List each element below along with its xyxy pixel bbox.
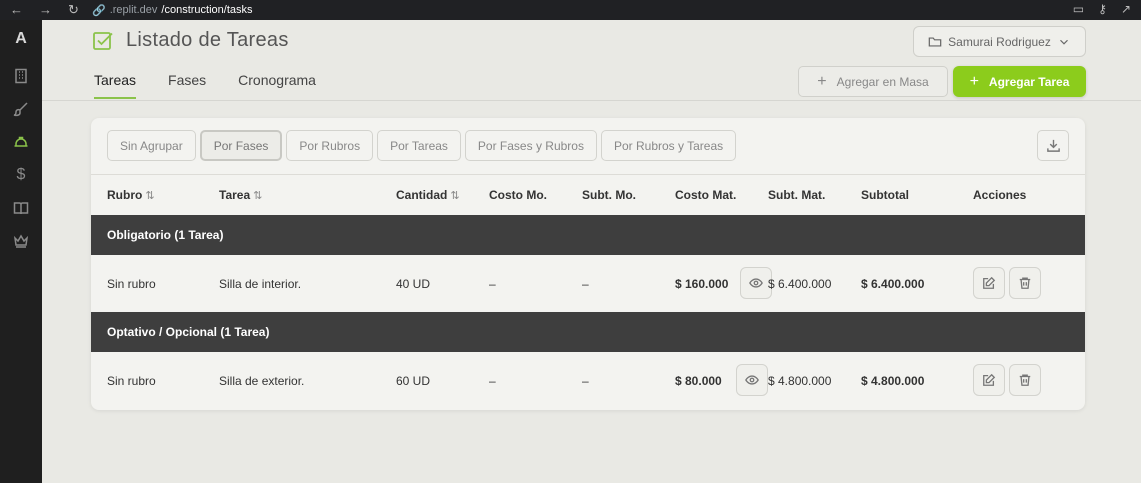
sidebar: A $ [0, 20, 42, 483]
forward-icon[interactable]: → [39, 2, 52, 18]
cell-costo-mat: $ 160.000 [675, 276, 729, 291]
cell-subt-mat: $ 6.400.000 [768, 276, 832, 291]
brush-icon [13, 102, 28, 117]
user-name: Samurai Rodriguez [948, 34, 1051, 49]
col-cantidad[interactable]: Cantidad ⇅ [396, 188, 460, 202]
cell-costo-mo: – [489, 373, 496, 388]
plus-icon: + [969, 72, 979, 90]
sidebar-item-design[interactable] [11, 99, 31, 119]
sort-icon: ⇅ [145, 190, 155, 202]
tab-fases[interactable]: Fases [168, 72, 206, 99]
group-por-rubros-y-tareas[interactable]: Por Rubros y Tareas [600, 130, 737, 161]
col-tarea[interactable]: Tarea ⇅ [219, 188, 262, 202]
cell-subtotal: $ 4.800.000 [861, 373, 925, 388]
trash-icon [1019, 374, 1031, 386]
group-por-tareas[interactable]: Por Tareas [377, 130, 461, 161]
edit-icon [983, 373, 996, 386]
tasks-card: Sin Agrupar Por Fases Por Rubros Por Tar… [91, 118, 1085, 410]
col-subt-mat: Subt. Mat. [768, 188, 826, 202]
cell-subtotal: $ 6.400.000 [861, 276, 925, 291]
external-link-icon[interactable]: ↗ [1121, 2, 1131, 16]
link-icon: 🔗 [92, 4, 106, 17]
url-path: /construction/tasks [161, 4, 253, 16]
grouping-options: Sin Agrupar Por Fases Por Rubros Por Tar… [107, 130, 737, 161]
sort-icon: ⇅ [450, 190, 460, 202]
cell-subt-mo: – [582, 373, 589, 388]
bulk-add-label: Agregar en Masa [836, 74, 929, 89]
table-row: Sin rubro Silla de exterior. 60 UD – – $… [91, 352, 1085, 409]
cell-costo-mo: – [489, 276, 496, 291]
user-selector[interactable]: Samurai Rodriguez [913, 26, 1086, 57]
app-logo[interactable]: A [15, 30, 27, 48]
building-icon [15, 68, 27, 84]
col-cantidad-label: Cantidad [396, 188, 448, 202]
sidebar-item-premium[interactable] [11, 231, 31, 251]
crown-icon [13, 234, 29, 248]
download-icon [1046, 139, 1060, 152]
col-costo-mo: Costo Mo. [489, 188, 547, 202]
add-task-label: Agregar Tarea [988, 74, 1070, 89]
sort-icon: ⇅ [253, 190, 263, 202]
cell-costo-mat: $ 80.000 [675, 373, 722, 388]
dollar-icon: $ [16, 166, 26, 183]
edit-icon [983, 276, 996, 289]
eye-icon [749, 278, 763, 288]
table-header: Rubro ⇅ Tarea ⇅ Cantidad ⇅ Costo Mo. Subt. … [91, 174, 1085, 215]
eye-icon [745, 375, 759, 385]
cell-tarea: Silla de interior. [219, 276, 302, 291]
devices-icon[interactable]: ▭ [1073, 2, 1084, 16]
download-button[interactable] [1037, 130, 1069, 161]
book-icon [13, 202, 29, 215]
page-title: Listado de Tareas [126, 29, 289, 51]
add-task-button[interactable]: + Agregar Tarea [953, 66, 1086, 97]
cell-subt-mat: $ 4.800.000 [768, 373, 832, 388]
tab-bar: Tareas Fases Cronograma [94, 72, 316, 99]
cell-subt-mo: – [582, 276, 589, 291]
url-host: .replit.dev [109, 4, 158, 16]
group-header-row: Optativo / Opcional (1 Tarea) [91, 312, 1085, 352]
tab-tareas[interactable]: Tareas [94, 72, 137, 99]
edit-button[interactable] [973, 267, 1005, 299]
sidebar-item-buildings[interactable] [11, 66, 31, 86]
group-sin-agrupar[interactable]: Sin Agrupar [107, 130, 196, 161]
col-subt-mo: Subt. Mo. [582, 188, 636, 202]
cell-cantidad: 40 UD [396, 276, 431, 291]
col-acciones: Acciones [973, 188, 1027, 202]
reload-icon[interactable]: ↻ [68, 2, 79, 18]
sidebar-item-docs[interactable] [11, 198, 31, 218]
delete-button[interactable] [1009, 267, 1041, 299]
delete-button[interactable] [1009, 364, 1041, 396]
browser-toolbar: ← → ↻ 🔗 .replit.dev/construction/tasks ▭… [0, 0, 1141, 20]
tab-cronograma[interactable]: Cronograma [238, 72, 316, 99]
view-details-button[interactable] [736, 364, 768, 396]
trash-icon [1019, 277, 1031, 289]
checkbox-icon [93, 31, 113, 50]
back-icon[interactable]: ← [10, 2, 23, 18]
chevron-down-icon [1059, 39, 1068, 45]
col-tarea-label: Tarea [219, 188, 251, 202]
col-subtotal: Subtotal [861, 188, 909, 202]
folder-icon [928, 36, 942, 47]
cell-rubro: Sin rubro [107, 276, 156, 291]
address-bar[interactable]: 🔗 .replit.dev/construction/tasks [92, 4, 253, 17]
cell-rubro: Sin rubro [107, 373, 156, 388]
plus-icon: + [817, 72, 827, 90]
bulk-add-button[interactable]: + Agregar en Masa [798, 66, 948, 97]
hard-hat-icon [14, 136, 28, 147]
cell-tarea: Silla de exterior. [219, 373, 305, 388]
table-row: Sin rubro Silla de interior. 40 UD – – $… [91, 255, 1085, 312]
group-header-row: Obligatorio (1 Tarea) [91, 215, 1085, 255]
group-por-fases-y-rubros[interactable]: Por Fases y Rubros [464, 130, 597, 161]
edit-button[interactable] [973, 364, 1005, 396]
key-icon[interactable]: ⚷ [1098, 2, 1107, 16]
group-por-fases[interactable]: Por Fases [199, 130, 283, 161]
page-header: Listado de Tareas Samurai Rodriguez Tare… [42, 20, 1141, 101]
col-rubro-label: Rubro [107, 188, 143, 202]
cell-cantidad: 60 UD [396, 373, 431, 388]
sidebar-item-construction[interactable] [11, 132, 31, 152]
col-costo-mat: Costo Mat. [675, 188, 737, 202]
sidebar-item-finance[interactable]: $ [11, 165, 31, 185]
col-rubro[interactable]: Rubro ⇅ [107, 188, 155, 202]
group-por-rubros[interactable]: Por Rubros [286, 130, 374, 161]
